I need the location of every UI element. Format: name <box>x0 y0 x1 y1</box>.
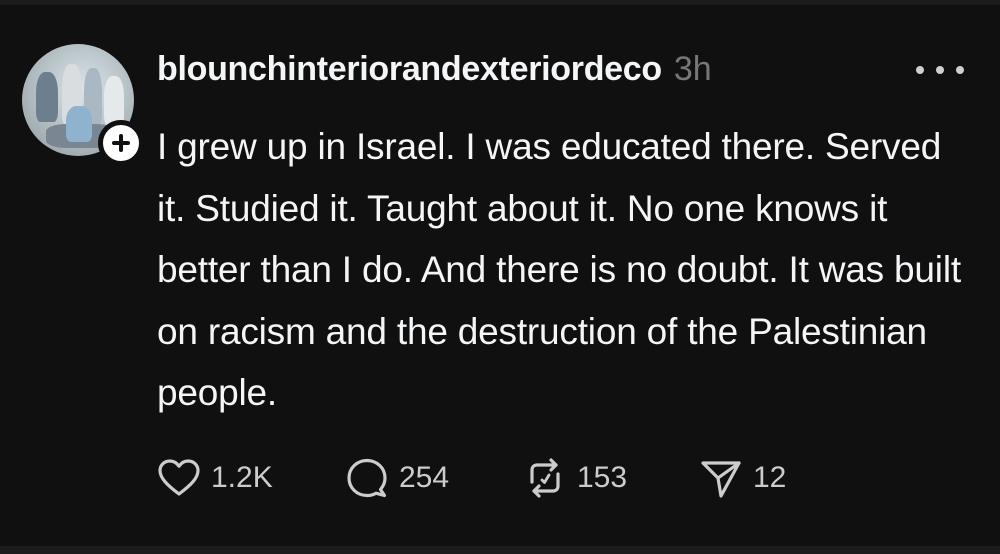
post-timestamp[interactable]: 3h <box>674 50 712 89</box>
reply-count: 254 <box>399 461 450 494</box>
plus-icon <box>112 134 130 152</box>
share-button[interactable]: 12 <box>699 456 819 500</box>
ellipsis-icon[interactable] <box>916 64 964 76</box>
action-bar: 1.2K 254 153 12 <box>157 456 819 500</box>
avatar-container[interactable] <box>22 44 144 166</box>
username-link[interactable]: blounchinteriorandexteriordeco <box>157 50 662 89</box>
like-button[interactable]: 1.2K <box>157 456 345 500</box>
post-text: I grew up in Israel. I was educated ther… <box>157 126 961 413</box>
thread-post: blounchinteriorandexteriordeco 3h I grew… <box>0 0 1000 554</box>
repost-button[interactable]: 153 <box>523 456 699 500</box>
like-count: 1.2K <box>211 461 273 494</box>
repost-icon <box>530 458 560 498</box>
bottom-divider <box>0 546 1000 554</box>
speech-bubble-icon <box>347 458 387 498</box>
post-header: blounchinteriorandexteriordeco 3h <box>157 50 712 94</box>
follow-button[interactable] <box>98 120 144 166</box>
reply-button[interactable]: 254 <box>345 456 523 500</box>
heart-icon <box>158 459 200 496</box>
share-count: 12 <box>753 461 787 494</box>
repost-count: 153 <box>577 461 628 494</box>
send-icon <box>701 461 741 498</box>
